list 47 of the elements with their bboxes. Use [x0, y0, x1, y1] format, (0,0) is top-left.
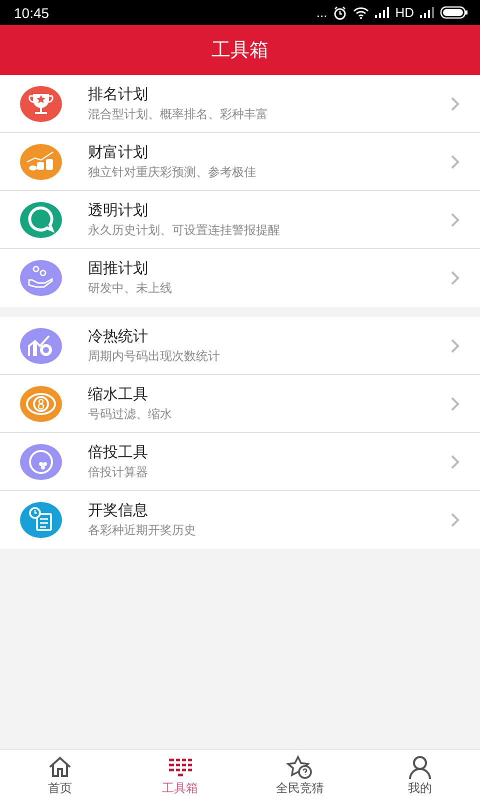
more-indicator: ...: [316, 5, 328, 20]
chevron-icon: [450, 96, 460, 112]
list-item[interactable]: 开奖信息 各彩种近期开奖历史: [0, 491, 480, 549]
tab[interactable]: 我的: [360, 750, 480, 800]
star-icon: [286, 754, 314, 780]
item-title: 财富计划: [88, 142, 149, 162]
tab[interactable]: 首页: [0, 750, 120, 800]
item-description: 研发中、未上线: [88, 280, 173, 297]
item-description: 各彩种近期开奖历史: [88, 522, 197, 539]
screen-title: 工具箱: [212, 38, 268, 63]
chevron-icon: [450, 212, 460, 228]
list-item[interactable]: 倍投工具 倍投计算器: [0, 433, 480, 491]
item-description: 混合型计划、概率排名、彩种丰富: [88, 106, 269, 122]
item-description: 独立针对重庆彩预测、参考极佳: [88, 164, 257, 180]
list-item[interactable]: 缩水工具 号码过滤、缩水: [0, 375, 480, 433]
tab[interactable]: 全民竞猜: [240, 750, 360, 800]
chevron-icon: [450, 338, 460, 354]
item-title: 透明计划: [88, 200, 149, 220]
item-title: 开奖信息: [88, 501, 149, 520]
chevron-icon: [450, 454, 460, 470]
list-item[interactable]: 排名计划 混合型计划、概率排名、彩种丰富: [0, 75, 480, 133]
list-item[interactable]: 冷热统计 周期内号码出现次数统计: [0, 317, 480, 375]
wifi-icon: [353, 6, 370, 19]
signal-icon: [420, 7, 434, 18]
item-title: 固推计划: [88, 259, 149, 278]
item-title: 缩水工具: [88, 384, 149, 404]
network-label: HD: [395, 5, 414, 20]
item-description: 周期内号码出现次数统计: [88, 348, 221, 364]
item-description: 倍投计算器: [88, 464, 149, 480]
chevron-icon: [450, 396, 460, 412]
item-description: 永久历史计划、可设置连挂警报提醒: [88, 222, 281, 238]
clock-time: 10:45: [14, 4, 50, 20]
chevron-icon: [450, 154, 460, 170]
profile-icon: [406, 754, 434, 780]
item-description: 号码过滤、缩水: [88, 406, 173, 422]
list-item[interactable]: 固推计划 研发中、未上线: [0, 249, 480, 307]
item-title: 冷热统计: [88, 326, 149, 346]
chevron-icon: [450, 270, 460, 286]
signal-icon: [375, 7, 390, 18]
list-item[interactable]: 财富计划 独立针对重庆彩预测、参考极佳: [0, 133, 480, 191]
item-title: 倍投工具: [88, 442, 149, 462]
battery-icon: [440, 6, 468, 19]
alarm-icon: [333, 6, 348, 20]
tab[interactable]: 工具箱: [120, 750, 240, 800]
list-item[interactable]: 透明计划 永久历史计划、可设置连挂警报提醒: [0, 191, 480, 249]
chevron-icon: [450, 512, 460, 528]
item-title: 排名计划: [88, 84, 149, 104]
